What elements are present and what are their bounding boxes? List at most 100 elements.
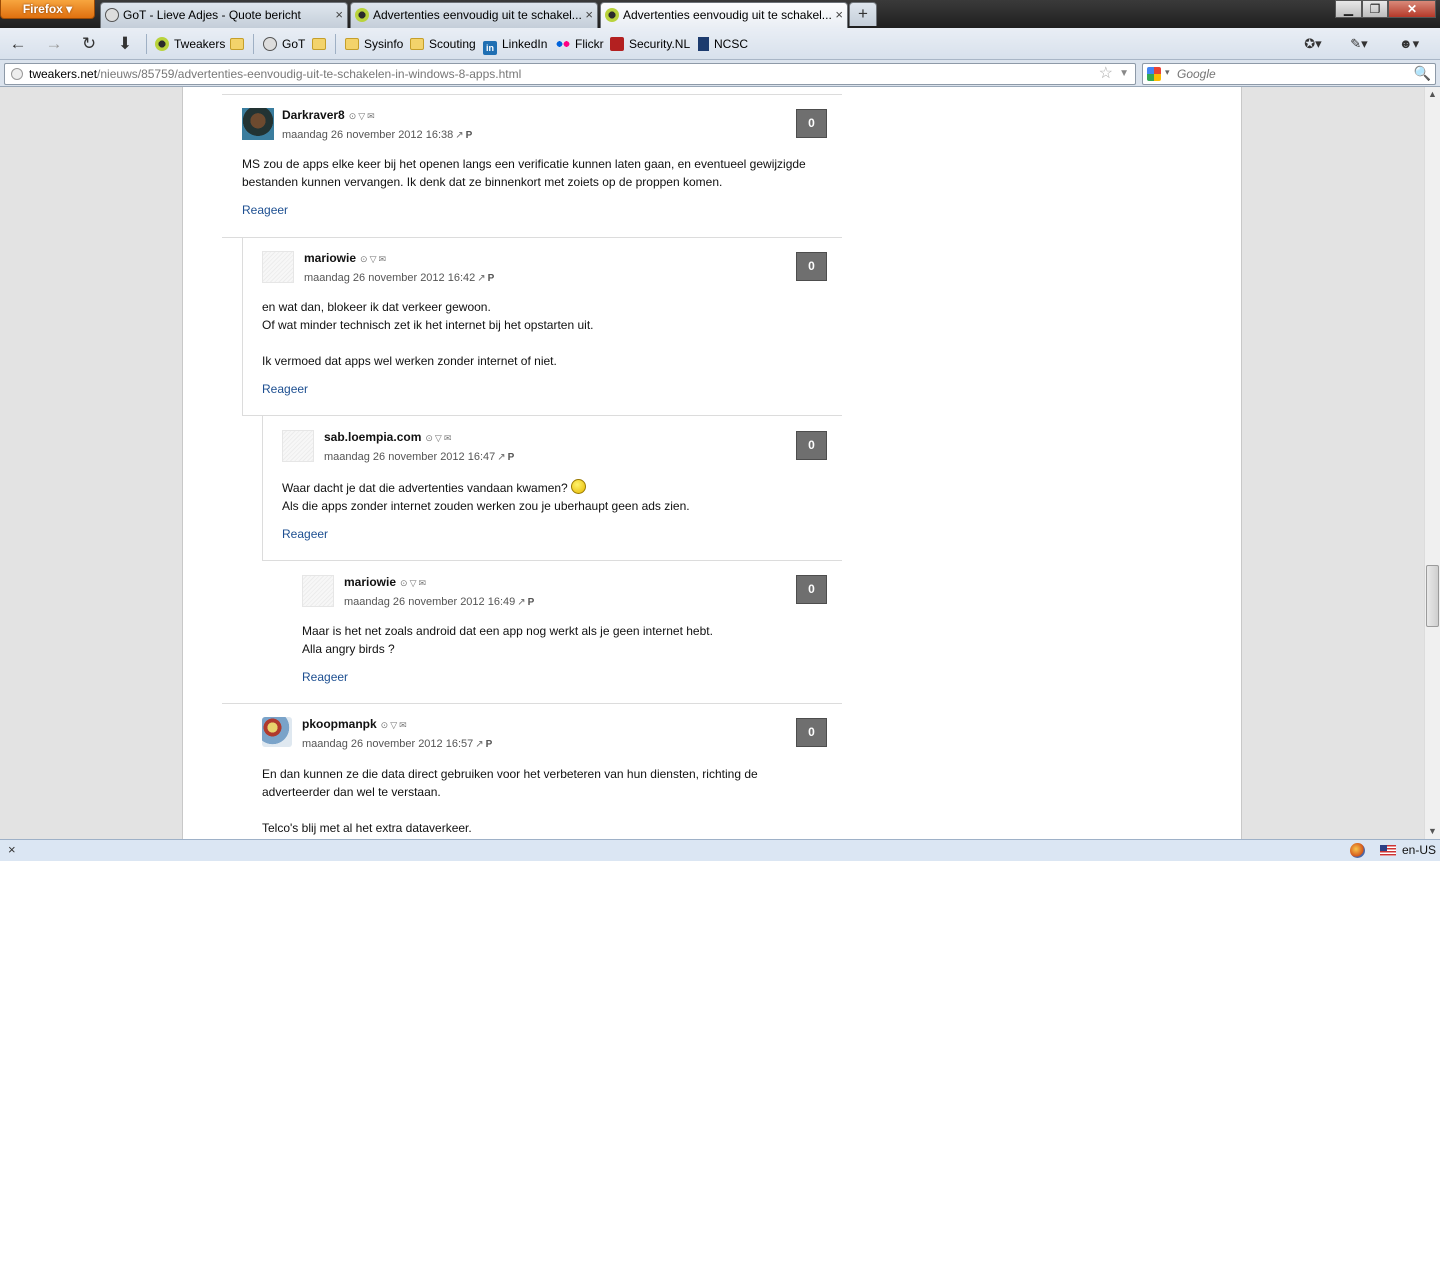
score-badge[interactable]: 0	[796, 431, 827, 460]
comment-username[interactable]: Darkraver8	[282, 108, 345, 122]
comment-header: mariowie ⊙▽✉	[344, 575, 428, 589]
url-host: tweakers.net	[29, 67, 98, 81]
reply-link[interactable]: Reageer	[262, 382, 308, 396]
comment-divider	[222, 94, 842, 95]
comment-line	[262, 801, 758, 819]
maximize-button[interactable]: ❐	[1362, 0, 1388, 18]
p-link[interactable]: P	[488, 273, 495, 284]
comment-line: Telco's blij met al het extra dataverkee…	[262, 821, 472, 835]
tab-advertenties-2[interactable]: Advertenties eenvoudig uit te schakel...…	[600, 2, 848, 28]
new-tab-button[interactable]: +	[849, 2, 877, 26]
tab-close-icon[interactable]: ×	[335, 3, 343, 27]
comment-tools-icons[interactable]: ⊙▽✉	[400, 578, 428, 588]
permalink-icon[interactable]: ↗	[477, 273, 485, 284]
score-badge[interactable]: 0	[796, 575, 827, 604]
reload-button[interactable]: ↻	[76, 32, 102, 56]
bookmark-star-icon[interactable]: ☆	[1099, 64, 1113, 84]
comment-line: Als die apps zonder internet zouden werk…	[282, 499, 690, 513]
avatar[interactable]	[302, 575, 334, 607]
firefox-logo-icon[interactable]	[1350, 843, 1365, 858]
us-flag-icon[interactable]	[1380, 845, 1396, 856]
comment-line: Maar is het net zoals android dat een ap…	[302, 624, 713, 638]
google-engine-icon[interactable]	[1147, 67, 1161, 81]
scrollbar-thumb[interactable]	[1426, 565, 1439, 627]
comment-tools-icons[interactable]: ⊙▽✉	[381, 720, 409, 730]
bookmark-got[interactable]: GoT	[263, 35, 305, 53]
permalink-icon[interactable]: ↗	[497, 452, 505, 463]
score-badge[interactable]: 0	[796, 718, 827, 747]
firefox-menu-button[interactable]: Firefox ▾	[0, 0, 95, 19]
comment-body: MS zou de apps elke keer bij het openen …	[242, 155, 806, 191]
score-badge[interactable]: 0	[796, 109, 827, 138]
vertical-scrollbar[interactable]: ▲ ▼	[1424, 87, 1440, 839]
comment-username[interactable]: mariowie	[304, 251, 356, 265]
bookmark-securitynl[interactable]: Security.NL	[610, 35, 690, 53]
close-addon-bar-icon[interactable]: ×	[8, 842, 16, 857]
reply-link[interactable]: Reageer	[242, 203, 288, 217]
reply-link[interactable]: Reageer	[302, 670, 348, 684]
tab-advertenties-1[interactable]: Advertenties eenvoudig uit te schakel...…	[350, 2, 598, 28]
bookmark-label: Sysinfo	[364, 37, 404, 51]
avatar[interactable]	[262, 251, 294, 283]
score-badge[interactable]: 0	[796, 252, 827, 281]
scroll-down-arrow-icon[interactable]: ▼	[1425, 824, 1440, 839]
comment-tools-icons[interactable]: ⊙▽✉	[425, 433, 453, 443]
bookmark-scouting[interactable]: Scouting	[410, 35, 476, 53]
reply-link[interactable]: Reageer	[282, 527, 328, 541]
avatar[interactable]	[282, 430, 314, 462]
permalink-icon[interactable]: ↗	[517, 597, 525, 608]
comment-line: Alla angry birds ?	[302, 642, 395, 656]
minimize-button[interactable]: ▁	[1335, 0, 1362, 18]
forward-button[interactable]: →	[41, 32, 67, 56]
tab-close-icon[interactable]: ×	[585, 3, 593, 27]
avatar[interactable]	[262, 717, 292, 747]
close-window-button[interactable]: ✕	[1388, 0, 1436, 18]
bookmark-label: Security.NL	[629, 37, 691, 51]
title-bar: Firefox ▾ GoT - Lieve Adjes - Quote beri…	[0, 0, 1440, 28]
bookmark-tweakers[interactable]: Tweakers	[155, 35, 225, 53]
comment-username[interactable]: pkoopmanpk	[302, 717, 377, 731]
bookmark-folder-2[interactable]	[312, 35, 326, 53]
comment-date: maandag 26 november 2012 16:49 ↗ P	[344, 596, 534, 608]
bookmark-label: NCSC	[714, 37, 749, 51]
securitynl-icon	[610, 37, 624, 51]
language-indicator[interactable]: en-US	[1402, 843, 1436, 857]
bookmark-folder-1[interactable]	[230, 35, 244, 53]
comment-username[interactable]: sab.loempia.com	[324, 430, 421, 444]
bookmark-ncsc[interactable]: NCSC	[698, 35, 748, 53]
comment-tools-icons[interactable]: ⊙▽✉	[349, 111, 377, 121]
site-identity-icon[interactable]	[11, 68, 23, 80]
search-go-icon[interactable]: 🔍	[1414, 65, 1431, 82]
comment-line: bestanden kunnen vervangen. Ik denk dat …	[242, 175, 723, 189]
comment-line: Ik vermoed dat apps wel werken zonder in…	[262, 354, 557, 368]
permalink-icon[interactable]: ↗	[475, 739, 483, 750]
p-link[interactable]: P	[508, 452, 515, 463]
p-link[interactable]: P	[528, 597, 535, 608]
tab-close-icon[interactable]: ×	[835, 3, 843, 27]
bookmark-linkedin[interactable]: in LinkedIn	[483, 35, 547, 55]
bookmarks-menu-icon[interactable]: ✪▾	[1296, 32, 1330, 56]
downloads-button[interactable]: ⬇	[112, 32, 138, 56]
addon-monkey-icon[interactable]: ☻▾	[1392, 32, 1426, 56]
flickr-icon	[556, 37, 570, 51]
url-history-dropdown-icon[interactable]: ▼	[1119, 64, 1129, 84]
comment-username[interactable]: mariowie	[344, 575, 396, 589]
engine-dropdown-icon[interactable]: ▾	[1165, 67, 1170, 78]
tab-got-quote[interactable]: GoT - Lieve Adjes - Quote bericht ×	[100, 2, 348, 28]
p-link[interactable]: P	[466, 130, 473, 141]
comment-tools-icons[interactable]: ⊙▽✉	[360, 254, 388, 264]
bookmark-flickr[interactable]: Flickr	[556, 35, 604, 53]
scroll-up-arrow-icon[interactable]: ▲	[1425, 87, 1440, 102]
address-bar[interactable]: tweakers.net/nieuws/85759/advertenties-e…	[4, 63, 1136, 85]
tools-dropper-icon[interactable]: ✎▾	[1342, 32, 1376, 56]
back-button[interactable]: ←	[5, 32, 31, 56]
permalink-icon[interactable]: ↗	[455, 130, 463, 141]
comment-body: Waar dacht je dat die advertenties vanda…	[282, 479, 690, 515]
bookmark-sysinfo[interactable]: Sysinfo	[345, 35, 403, 53]
tweakers-icon	[155, 37, 169, 51]
search-input[interactable]	[1177, 66, 1413, 82]
avatar[interactable]	[242, 108, 274, 140]
p-link[interactable]: P	[486, 739, 493, 750]
comment-date: maandag 26 november 2012 16:42 ↗ P	[304, 272, 494, 284]
tab-label: GoT - Lieve Adjes - Quote bericht	[123, 8, 301, 22]
